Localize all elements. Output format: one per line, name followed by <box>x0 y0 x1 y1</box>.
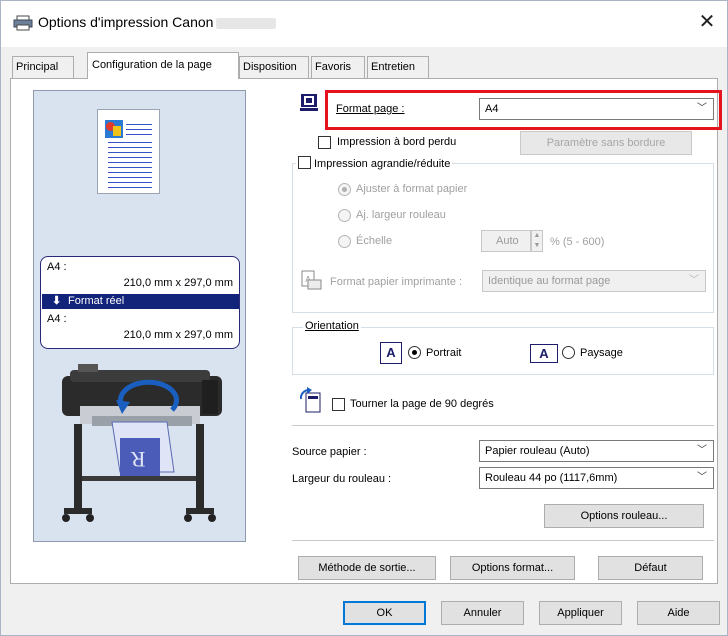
paper-letter: R <box>130 447 145 472</box>
redacted-printer-name <box>216 18 276 29</box>
borderless-settings-button[interactable]: Paramètre sans bordure <box>520 131 692 155</box>
roll-options-button[interactable]: Options rouleau... <box>544 504 704 528</box>
window-title: Options d'impression Canon <box>38 14 214 30</box>
sheet-image-icon <box>105 120 123 138</box>
real-size-band-label: Format réel <box>68 295 125 307</box>
help-button[interactable]: Aide <box>637 601 720 625</box>
fit-paper-label: Ajuster à format papier <box>356 183 468 195</box>
apply-button[interactable]: Appliquer <box>539 601 622 625</box>
source-label: Source papier : <box>292 446 367 458</box>
portrait-radio[interactable] <box>408 346 421 359</box>
fit-paper-radio[interactable] <box>338 183 351 196</box>
format-options-button[interactable]: Options format... <box>450 556 575 580</box>
tab-entretien[interactable]: Entretien <box>367 56 429 78</box>
default-button[interactable]: Défaut <box>598 556 703 580</box>
borderless-label: Impression à bord perdu <box>337 136 457 148</box>
chevron-down-icon: ﹀ <box>697 445 707 456</box>
scale-spinner[interactable]: Auto <box>481 230 531 252</box>
close-icon[interactable]: ✕ <box>696 10 718 34</box>
tab-favoris[interactable]: Favoris <box>311 56 365 78</box>
scaled-printing-label: Impression agrandie/réduite <box>314 158 451 170</box>
scale-radio[interactable] <box>338 235 351 248</box>
scaled-printing-header: Impression agrandie/réduite <box>296 156 453 170</box>
rotate-label: Tourner la page de 90 degrés <box>350 398 494 410</box>
landscape-icon: A <box>530 344 558 363</box>
scaled-printing-checkbox[interactable] <box>298 156 311 169</box>
rotate-checkbox[interactable] <box>332 398 345 411</box>
tab-disposition[interactable]: Disposition <box>239 56 309 78</box>
source-value: Papier rouleau (Auto) <box>485 445 590 457</box>
page-format-icon <box>300 94 318 111</box>
scale-label: Échelle <box>356 235 393 247</box>
rotate-page-icon <box>299 387 321 413</box>
format-page-highlight <box>325 90 722 130</box>
down-arrow-icon: ⬇ <box>52 295 62 307</box>
large-format-printer-illustration: R <box>62 364 222 522</box>
portrait-icon: A <box>380 342 402 364</box>
borderless-checkbox[interactable] <box>318 136 331 149</box>
cancel-button[interactable]: Annuler <box>441 601 524 625</box>
tab-principal[interactable]: Principal <box>12 56 74 78</box>
source-select[interactable]: Papier rouleau (Auto) ﹀ <box>479 440 714 462</box>
portrait-label: Portrait <box>426 347 462 359</box>
orientation-group <box>292 327 714 375</box>
roll-width-label: Largeur du rouleau : <box>292 473 392 485</box>
fit-roll-radio[interactable] <box>338 209 351 222</box>
printer-paper-icon: A <box>301 270 322 290</box>
real-size-label: A4 : <box>47 313 67 325</box>
page-size-label: A4 : <box>47 261 67 273</box>
real-size-value: 210,0 mm x 297,0 mm <box>123 329 233 341</box>
orientation-label: Orientation <box>303 320 361 332</box>
output-method-button[interactable]: Méthode de sortie... <box>298 556 436 580</box>
scale-stepper-icon[interactable]: ▲ ▼ <box>531 230 543 252</box>
printer-paper-select[interactable]: Identique au format page ﹀ <box>482 270 706 292</box>
printer-paper-value: Identique au format page <box>488 275 611 287</box>
roll-width-select[interactable]: Rouleau 44 po (1117,6mm) ﹀ <box>479 467 714 489</box>
ok-button[interactable]: OK <box>343 601 426 625</box>
landscape-label: Paysage <box>580 347 623 359</box>
chevron-down-icon: ﹀ <box>697 472 707 483</box>
paper-size-info: A4 : 210,0 mm x 297,0 mm ⬇ Format réel A… <box>40 256 240 349</box>
scale-range: % (5 - 600) <box>550 236 605 248</box>
scale-value: Auto <box>496 235 519 247</box>
printer-paper-label: Format papier imprimante : <box>330 276 463 288</box>
real-size-band: ⬇ Format réel <box>42 294 239 309</box>
roll-width-value: Rouleau 44 po (1117,6mm) <box>485 472 618 484</box>
fit-roll-label: Aj. largeur rouleau <box>356 209 446 221</box>
page-size-value: 210,0 mm x 297,0 mm <box>123 277 233 289</box>
printer-icon <box>13 15 33 31</box>
chevron-down-icon: ﹀ <box>689 275 699 286</box>
landscape-radio[interactable] <box>562 346 575 359</box>
tab-configuration-de-la-page[interactable]: Configuration de la page <box>87 52 239 79</box>
